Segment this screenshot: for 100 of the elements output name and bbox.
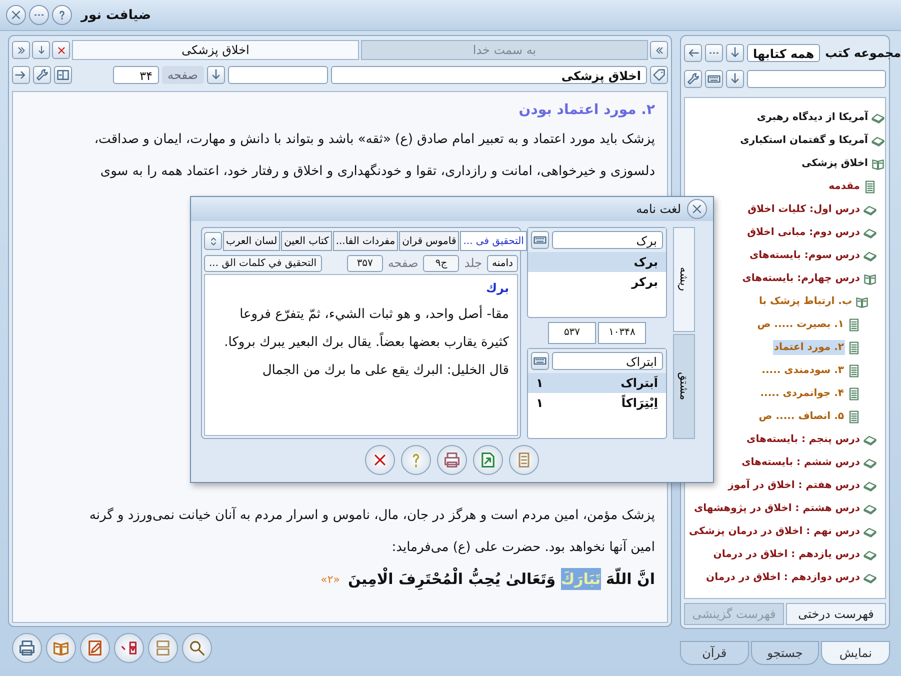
list-view-tab[interactable]: فهرست درختی bbox=[786, 603, 886, 625]
dropdown-button[interactable] bbox=[726, 44, 744, 62]
page-number-field[interactable]: ۳۴ bbox=[112, 66, 159, 84]
page-label: صفحه bbox=[162, 66, 204, 84]
book-field[interactable]: اخلاق پزشکی bbox=[331, 66, 647, 84]
print-button[interactable] bbox=[12, 633, 42, 663]
note-button[interactable] bbox=[509, 445, 539, 475]
paragraph-line: دلسوزی و خیرخواهی، امانت و رازداری، تقوا و خودنگهداری و اخلاق و رفتار خود، اعتماد همه را به سوی bbox=[100, 162, 655, 181]
export-button[interactable] bbox=[473, 445, 503, 475]
paragraph-line: پزشک مؤمن، امین مردم است و هرگز در جان، مال، ناموس و اسرار مردم به آنان خیانت نمی‌ورزد و گرنه bbox=[89, 506, 655, 525]
dropdown-button[interactable] bbox=[726, 70, 744, 88]
tree-item[interactable]: آمریکا از دیدگاه رهبری bbox=[756, 110, 869, 125]
derived-word[interactable]: اِبْتِرَاکاً bbox=[621, 396, 658, 410]
pages-button[interactable] bbox=[148, 633, 178, 663]
source-tab[interactable]: كتاب العين bbox=[281, 231, 332, 251]
derived-search-field[interactable]: ابتراک bbox=[552, 352, 663, 370]
dropdown-button[interactable] bbox=[207, 66, 225, 84]
wrench-icon bbox=[686, 72, 700, 86]
source-tab[interactable]: التحقیق فی ... bbox=[460, 231, 527, 251]
tree-item[interactable]: مقدمه bbox=[828, 179, 861, 194]
tree-item[interactable]: درس پنجم : بایسته‌های bbox=[746, 432, 861, 447]
wrench-icon bbox=[35, 68, 49, 82]
settings-button[interactable] bbox=[33, 66, 51, 84]
pages-icon bbox=[154, 639, 172, 657]
keyboard-button[interactable] bbox=[705, 70, 723, 88]
document-icon bbox=[863, 180, 877, 194]
tree-item[interactable]: اخلاق پزشکی bbox=[800, 156, 869, 171]
root-list-item[interactable]: برکر bbox=[528, 272, 666, 292]
total-count: ۱۰۳۴۸ bbox=[598, 322, 646, 344]
scroll-sources-button[interactable] bbox=[204, 232, 222, 250]
source-title-field[interactable]: التحقيق في كلمات الق ... bbox=[204, 254, 322, 272]
close-button[interactable] bbox=[365, 445, 395, 475]
print-button[interactable] bbox=[437, 445, 467, 475]
mode-tab[interactable]: قرآن bbox=[680, 641, 749, 665]
close-button[interactable] bbox=[687, 199, 707, 219]
source-tab[interactable]: مفردات الفا... bbox=[332, 231, 398, 251]
book-icon bbox=[52, 639, 70, 657]
tree-item[interactable]: آمریکا و گفتمان استکباری bbox=[739, 133, 869, 148]
tree-item[interactable]: ۵. انصاف ..... ص bbox=[758, 409, 845, 424]
source-tab[interactable]: لسان العرب bbox=[223, 231, 280, 251]
keyboard-button[interactable] bbox=[531, 231, 549, 249]
tree-item[interactable]: درس هشتم : اخلاق در پژوهشهای bbox=[692, 501, 861, 516]
book-button[interactable] bbox=[46, 633, 76, 663]
tree-item[interactable]: درس دوم: مبانی اخلاق bbox=[746, 225, 861, 240]
tree-item[interactable]: ۳. سودمندی ..... bbox=[760, 363, 845, 378]
panel-button[interactable] bbox=[114, 633, 144, 663]
page-number-field[interactable]: ۳۵۷ bbox=[346, 254, 383, 272]
search-field[interactable] bbox=[747, 70, 886, 88]
paragraph-line: امین آنها نخواهد بود. حضرت علی (ع) می‌فرماید: bbox=[392, 538, 655, 557]
tree-item[interactable]: درس ششم : بایسته‌های bbox=[740, 455, 861, 470]
occurrence-count: ۱ bbox=[536, 376, 544, 390]
section-heading: ۲. مورد اعتماد بودن bbox=[518, 102, 655, 118]
double-chevron-icon bbox=[16, 44, 26, 56]
volume-field[interactable]: ج۹ bbox=[423, 254, 460, 272]
tree-item[interactable]: ۱. بصیرت ..... ص bbox=[756, 317, 845, 332]
help-button[interactable] bbox=[52, 5, 72, 25]
root-search-field[interactable]: برک bbox=[552, 231, 663, 249]
close-tab-button[interactable] bbox=[52, 41, 70, 59]
more-button[interactable] bbox=[705, 44, 723, 62]
tree-item[interactable]: درس چهارم: بایسته‌های bbox=[741, 271, 861, 286]
search-button[interactable] bbox=[182, 633, 212, 663]
tree-item[interactable]: درس یازدهم : اخلاق در درمان bbox=[712, 547, 861, 562]
double-chevron-icon bbox=[654, 44, 664, 56]
keyboard-button[interactable] bbox=[531, 352, 549, 370]
tree-item[interactable]: درس هفتم : اخلاق در آموز bbox=[727, 478, 861, 493]
arrow-down-icon bbox=[36, 44, 46, 56]
settings-button[interactable] bbox=[684, 70, 702, 88]
side-tab[interactable]: مشتق bbox=[673, 334, 695, 439]
section-field[interactable] bbox=[228, 66, 328, 84]
mode-tab[interactable]: نمایش bbox=[821, 641, 890, 665]
source-tab[interactable]: قاموس قران bbox=[399, 231, 460, 251]
tree-item[interactable]: درس اول: کلیات اخلاق bbox=[746, 202, 861, 217]
close-button[interactable] bbox=[6, 5, 26, 25]
side-tab[interactable]: ریشه bbox=[673, 227, 695, 332]
notepad-icon bbox=[86, 639, 104, 657]
minimize-button[interactable] bbox=[29, 5, 49, 25]
quran-verse: انَّ اللّهَ تَبَارَكَ وَتَعَالىٰ يُحِبُّ الْمُحْتَرِفَ الْامِينَ bbox=[348, 564, 655, 594]
collection-dropdown[interactable]: همه کتابها bbox=[747, 44, 820, 62]
tree-item[interactable]: درس دوازدهم : اخلاق در درمان bbox=[705, 570, 861, 585]
root-list-item[interactable]: برک bbox=[528, 252, 666, 272]
derived-word[interactable]: اَبتراک bbox=[620, 376, 658, 390]
tree-item[interactable]: ب. ارتباط پزشک با bbox=[758, 294, 853, 309]
scroll-tabs-button[interactable] bbox=[12, 41, 30, 59]
note-button[interactable] bbox=[80, 633, 110, 663]
range-button[interactable]: دامنه bbox=[487, 254, 518, 272]
columns-icon bbox=[56, 68, 70, 82]
layout-button[interactable] bbox=[54, 66, 72, 84]
tree-item[interactable]: درس نهم : اخلاق در درمان پزشکی bbox=[688, 524, 861, 539]
next-button[interactable] bbox=[12, 66, 30, 84]
open-book-icon bbox=[855, 294, 869, 308]
scroll-tabs-button[interactable] bbox=[650, 41, 668, 59]
back-button[interactable] bbox=[684, 44, 702, 62]
mode-tab[interactable]: جستجو bbox=[750, 641, 820, 665]
tree-item[interactable]: درس سوم: بایسته‌های bbox=[748, 248, 861, 263]
open-book-icon bbox=[871, 156, 885, 170]
tree-item[interactable]: ۴. جوانمردی ..... bbox=[759, 386, 845, 401]
menu-button[interactable] bbox=[32, 41, 50, 59]
bookmark-button[interactable] bbox=[650, 66, 668, 84]
book-tab[interactable]: اخلاق پزشکی bbox=[72, 40, 359, 60]
window-title: ضیافت نور bbox=[81, 8, 152, 22]
